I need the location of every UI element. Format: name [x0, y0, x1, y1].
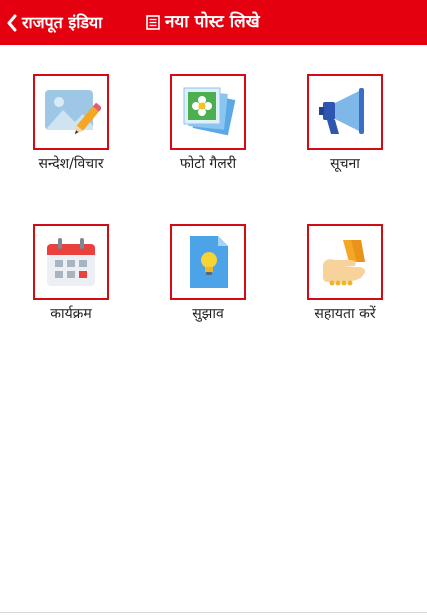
tile-suggestion-label: सुझाव: [192, 306, 224, 322]
tile-message-box[interactable]: [33, 74, 109, 150]
page-title: नया पोस्ट लिखे: [146, 0, 260, 45]
chevron-left-icon: [7, 14, 17, 31]
tile-event-label: कार्यक्रम: [50, 306, 92, 322]
tile-event-box[interactable]: [33, 224, 109, 300]
page-title-text: नया पोस्ट लिखे: [165, 12, 260, 32]
calendar-icon: [47, 238, 95, 286]
tile-help[interactable]: सहायता करें: [274, 224, 404, 344]
image-edit-icon: [45, 90, 101, 135]
tile-notice-box[interactable]: [307, 74, 383, 150]
back-button[interactable]: राजपूत इंडिया: [6, 0, 102, 45]
tile-suggestion[interactable]: सुझाव: [137, 224, 267, 344]
tile-help-box[interactable]: [307, 224, 383, 300]
tile-message[interactable]: सन्देश/विचार: [0, 74, 130, 194]
megaphone-icon: [319, 88, 364, 134]
tile-help-label: सहायता करें: [314, 306, 376, 322]
tile-photo-gallery-label: फोटो गैलरी: [179, 156, 237, 172]
document-icon: [146, 15, 160, 30]
tile-notice-label: सूचना: [330, 156, 360, 172]
photo-gallery-icon: [183, 87, 236, 136]
tile-notice[interactable]: सूचना: [274, 74, 404, 194]
tile-message-label: सन्देश/विचार: [38, 156, 104, 172]
app-header: राजपूत इंडिया नया पोस्ट लिखे: [0, 0, 427, 45]
tile-suggestion-box[interactable]: [170, 224, 246, 300]
bottom-divider: [0, 612, 427, 613]
idea-document-icon: [190, 236, 228, 288]
donation-hand-icon: [323, 240, 366, 286]
tile-photo-gallery[interactable]: फोटो गैलरी: [137, 74, 267, 194]
back-label: राजपूत इंडिया: [22, 12, 103, 32]
tile-photo-gallery-box[interactable]: [170, 74, 246, 150]
tile-event[interactable]: कार्यक्रम: [0, 224, 130, 344]
